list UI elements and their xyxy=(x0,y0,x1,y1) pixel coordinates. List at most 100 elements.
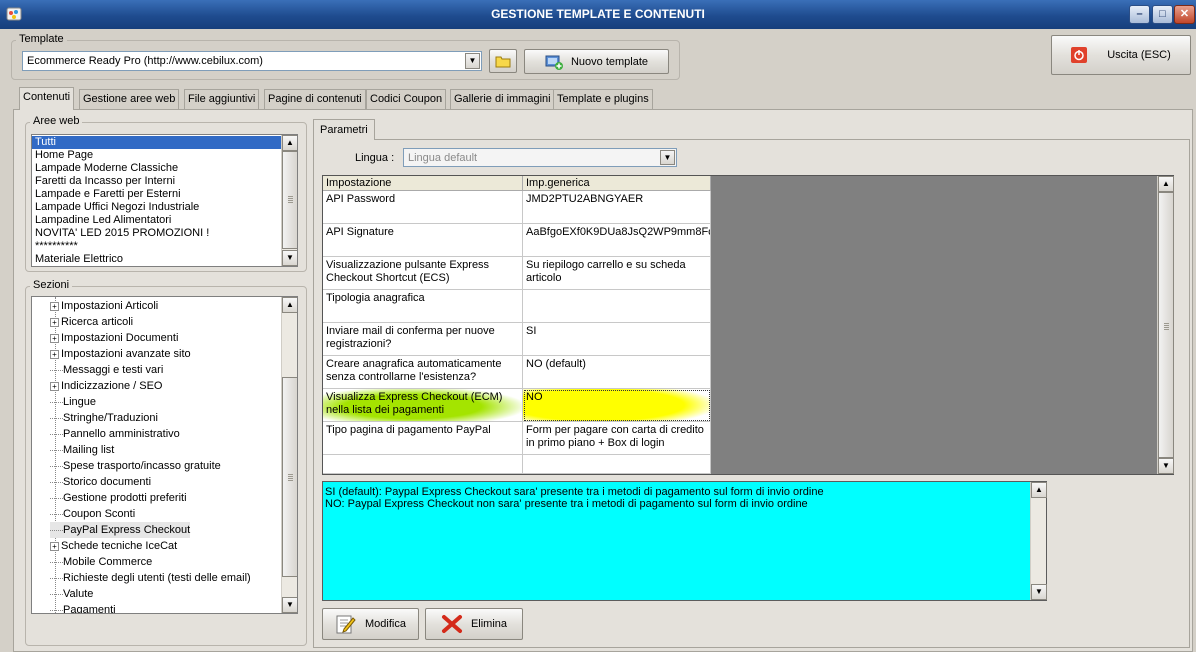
sezioni-tree-item[interactable]: Valute xyxy=(50,586,93,602)
sezioni-tree-item[interactable]: + Schede tecniche IceCat xyxy=(50,538,177,554)
grid-value-cell[interactable] xyxy=(523,290,711,323)
tab-gestione-aree-web[interactable]: Gestione aree web xyxy=(79,89,180,109)
sezioni-tree-item[interactable]: Pagamenti xyxy=(50,602,116,613)
expand-plus-icon[interactable]: + xyxy=(50,333,59,343)
expand-plus-icon[interactable]: + xyxy=(50,301,59,311)
grid-setting-cell[interactable]: Visualizzazione pulsante Express Checkou… xyxy=(323,257,523,290)
scroll-down-icon[interactable]: ▼ xyxy=(1158,458,1174,474)
template-select[interactable]: Ecommerce Ready Pro (http://www.cebilux.… xyxy=(22,51,482,71)
grid-setting-cell[interactable]: Tipologia anagrafica xyxy=(323,290,523,323)
grid-setting-cell[interactable]: Visualizza Express Checkout (ECM) nella … xyxy=(323,389,523,422)
sezioni-tree-item[interactable]: PayPal Express Checkout xyxy=(50,522,191,538)
grid-value-cell[interactable]: SI xyxy=(523,323,711,356)
tab-contenuti[interactable]: Contenuti xyxy=(19,87,75,110)
scroll-thumb[interactable] xyxy=(1158,192,1174,458)
close-button[interactable]: ✕ xyxy=(1174,5,1195,24)
settings-grid[interactable]: Impostazione Imp.generica API Password JMD2… xyxy=(322,175,1174,475)
scroll-down-icon[interactable]: ▼ xyxy=(282,250,297,266)
grid-column-header[interactable]: Impostazione xyxy=(323,176,523,191)
chevron-down-icon[interactable]: ▼ xyxy=(660,150,675,165)
sezioni-tree-label: Mailing list xyxy=(63,444,115,456)
grid-setting-cell[interactable]: API Password xyxy=(323,191,523,224)
sezioni-tree-item[interactable]: Coupon Sconti xyxy=(50,506,135,522)
sezioni-tree-item[interactable]: Storico documenti xyxy=(50,474,151,490)
grid-setting-cell[interactable]: API Signature xyxy=(323,224,523,257)
sezioni-tree-item[interactable]: Spese trasporto/incasso gratuite xyxy=(50,458,221,474)
modify-button[interactable]: Modifica xyxy=(322,608,419,640)
grid-setting-cell[interactable]: Inviare mail di conferma per nuove regis… xyxy=(323,323,523,356)
sezioni-tree-item[interactable]: + Indicizzazione / SEO xyxy=(50,378,163,394)
sezioni-tree-item[interactable]: Lingue xyxy=(50,394,96,410)
expand-plus-icon[interactable]: + xyxy=(50,541,59,551)
tab-parametri[interactable]: Parametri xyxy=(313,119,375,140)
expand-plus-icon[interactable]: + xyxy=(50,381,59,391)
tab-file-aggiuntivi[interactable]: File aggiuntivi xyxy=(184,89,260,109)
settings-grid-scrollbar[interactable]: ▲ ▼ xyxy=(1157,176,1174,474)
aree-web-item[interactable]: Materiale Elettrico xyxy=(32,253,282,266)
grid-value-cell[interactable]: NO xyxy=(523,389,711,422)
scroll-thumb[interactable] xyxy=(282,151,297,249)
description-box[interactable]: SI (default): Paypal Express Checkout sa… xyxy=(322,481,1047,601)
lingua-select[interactable]: Lingua default ▼ xyxy=(403,148,677,167)
sezioni-tree-item[interactable]: Stringhe/Traduzioni xyxy=(50,410,158,426)
tab-template-e-plugins[interactable]: Template e plugins xyxy=(553,89,653,109)
sezioni-scrollbar[interactable]: ▲ ▼ xyxy=(281,297,297,613)
aree-web-item[interactable]: Lampade e Faretti per Esterni xyxy=(32,188,282,201)
sezioni-tree-label: Impostazioni Articoli xyxy=(61,300,159,312)
sezioni-tree-item[interactable]: + Ricerca articoli xyxy=(50,314,133,330)
aree-web-item[interactable]: Lampadine Led Alimentatori xyxy=(32,214,282,227)
exit-button[interactable]: Uscita (ESC) xyxy=(1051,35,1191,75)
aree-web-item[interactable]: Tutti xyxy=(32,136,282,149)
scroll-down-icon[interactable]: ▼ xyxy=(1031,584,1047,600)
minimize-button[interactable]: – xyxy=(1129,5,1150,24)
scroll-up-icon[interactable]: ▲ xyxy=(282,297,297,313)
scroll-down-icon[interactable]: ▼ xyxy=(282,597,297,613)
grid-column-header[interactable]: Imp.generica xyxy=(523,176,711,191)
aree-web-scrollbar[interactable]: ▲ ▼ xyxy=(281,135,297,266)
sezioni-tree-item[interactable]: + Impostazioni avanzate sito xyxy=(50,346,191,362)
sezioni-tree-item[interactable]: Gestione prodotti preferiti xyxy=(50,490,187,506)
sezioni-label: Sezioni xyxy=(30,279,73,291)
aree-web-item[interactable]: ********** xyxy=(32,240,282,253)
open-folder-button[interactable] xyxy=(489,49,517,73)
grid-setting-cell[interactable] xyxy=(323,455,523,474)
aree-web-item[interactable]: Lampade Uffici Negozi Industriale xyxy=(32,201,282,214)
grid-setting-cell[interactable]: Tipo pagina di pagamento PayPal xyxy=(323,422,523,455)
sezioni-tree-item[interactable]: Pannello amministrativo xyxy=(50,426,180,442)
scroll-thumb[interactable] xyxy=(282,377,297,577)
sezioni-tree-label: Pannello amministrativo xyxy=(63,428,180,440)
grid-value-cell[interactable]: NO (default) xyxy=(523,356,711,389)
new-template-button[interactable]: Nuovo template xyxy=(524,49,669,74)
expand-plus-icon[interactable]: + xyxy=(50,349,59,359)
sezioni-tree-label: Impostazioni Documenti xyxy=(61,332,179,344)
sezioni-tree-item[interactable]: + Impostazioni Articoli xyxy=(50,298,158,314)
chevron-down-icon[interactable]: ▼ xyxy=(465,53,480,69)
grid-value-cell[interactable]: JMD2PTU2ABNGYAER xyxy=(523,191,711,224)
grid-value-cell[interactable]: AaBfgoEXf0K9DUa8JsQ2WP9mm8FcAsWjWa6uMsVp… xyxy=(523,224,711,257)
sezioni-tree-item[interactable]: Richieste degli utenti (testi delle emai… xyxy=(50,570,251,586)
scroll-up-icon[interactable]: ▲ xyxy=(1158,176,1174,192)
aree-web-item[interactable]: Home Page xyxy=(32,149,282,162)
aree-web-item[interactable]: NOVITA' LED 2015 PROMOZIONI ! xyxy=(32,227,282,240)
maximize-button[interactable]: □ xyxy=(1152,5,1173,24)
sezioni-tree-item[interactable]: Mailing list xyxy=(50,442,114,458)
sezioni-tree-item[interactable]: Messaggi e testi vari xyxy=(50,362,163,378)
tab-pagine-di-contenuti[interactable]: Pagine di contenuti xyxy=(264,89,366,109)
aree-web-item[interactable]: Lampade Moderne Classiche xyxy=(32,162,282,175)
description-scrollbar[interactable]: ▲ ▼ xyxy=(1030,482,1047,600)
grid-value-cell[interactable]: Form per pagare con carta di credito in … xyxy=(523,422,711,455)
sezioni-tree-item[interactable]: Mobile Commerce xyxy=(50,554,152,570)
tab-codici-coupon[interactable]: Codici Coupon xyxy=(366,89,447,109)
grid-value-cell[interactable] xyxy=(523,455,711,474)
delete-button[interactable]: Elimina xyxy=(425,608,523,640)
sezioni-tree-item[interactable]: + Impostazioni Documenti xyxy=(50,330,178,346)
scroll-up-icon[interactable]: ▲ xyxy=(1031,482,1047,498)
scroll-up-icon[interactable]: ▲ xyxy=(282,135,297,151)
aree-web-item[interactable]: Faretti da Incasso per Interni xyxy=(32,175,282,188)
aree-web-list[interactable]: Tutti Home Page Lampade Moderne Classiche F… xyxy=(31,134,298,267)
grid-setting-cell[interactable]: Creare anagrafica automaticamente senza … xyxy=(323,356,523,389)
sezioni-tree[interactable]: + Impostazioni Articoli + Ricerca articoli +… xyxy=(31,296,298,614)
tab-gallerie-di-immagini[interactable]: Gallerie di immagini xyxy=(450,89,555,109)
grid-value-cell[interactable]: Su riepilogo carrello e su scheda artico… xyxy=(523,257,711,290)
expand-plus-icon[interactable]: + xyxy=(50,317,59,327)
